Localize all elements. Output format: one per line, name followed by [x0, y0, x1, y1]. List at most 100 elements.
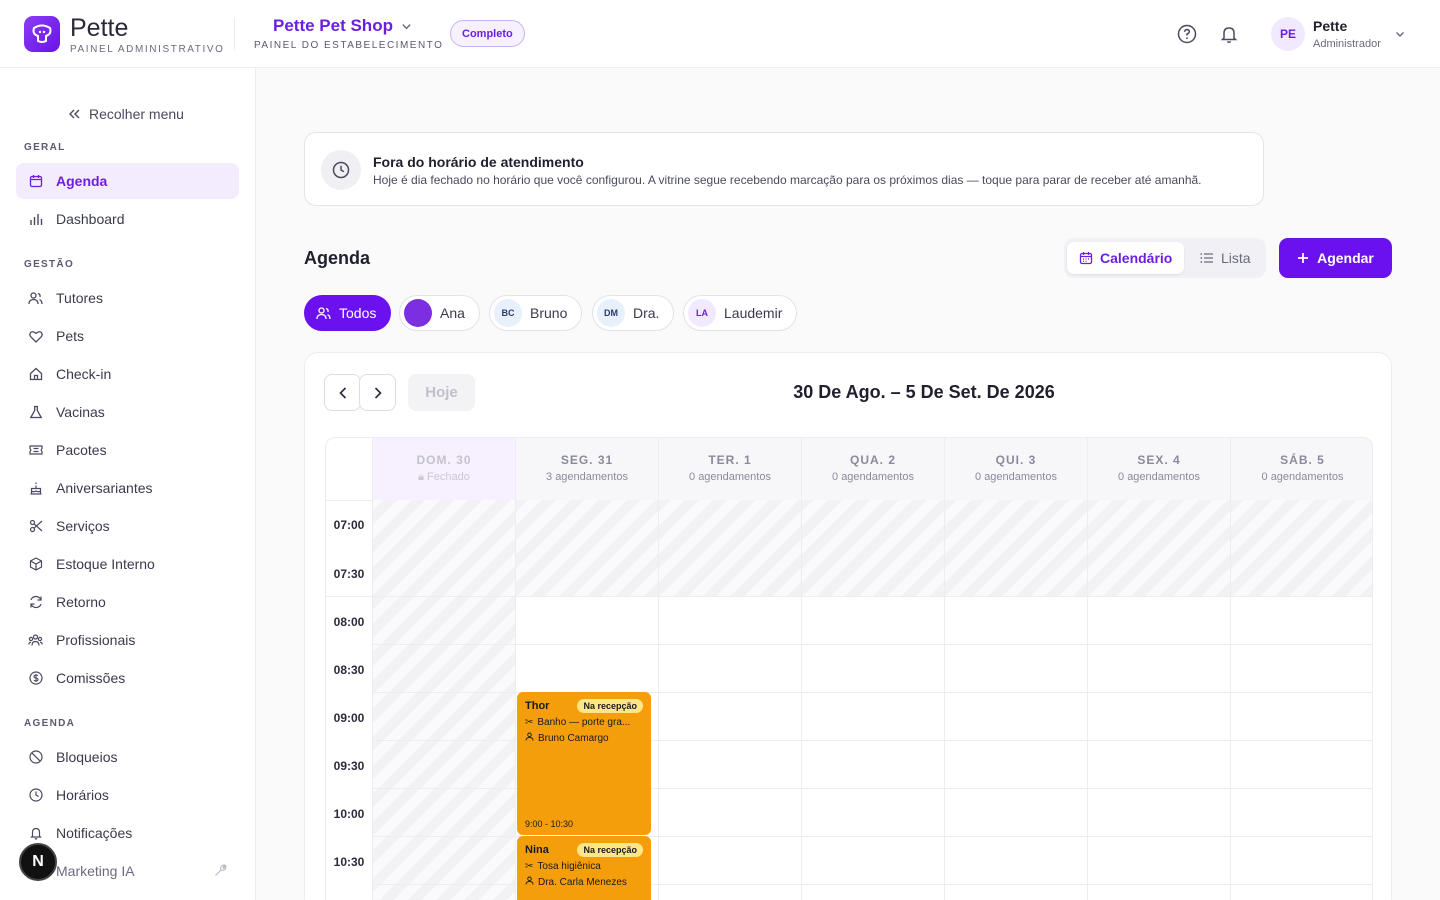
app-header: Pette PAINEL ADMINISTRATIVO Pette Pet Sh… — [0, 0, 1440, 68]
view-list-button[interactable]: Lista — [1188, 242, 1263, 274]
day-name: TER. 1 — [708, 453, 752, 467]
time-label: 10:00 — [333, 807, 365, 821]
shop-name: Pette Pet Shop — [273, 16, 393, 35]
day-column-fri[interactable] — [1087, 500, 1230, 900]
page-title: Agenda — [304, 248, 371, 268]
filter-bruno[interactable]: BC Bruno — [489, 295, 583, 331]
view-calendar-button[interactable]: Calendário — [1067, 242, 1185, 274]
sidebar-item-pets[interactable]: Pets — [16, 318, 239, 354]
notice-text: Hoje é dia fechado no horário que você c… — [373, 173, 1202, 187]
sidebar-item-label: Pacotes — [56, 442, 107, 458]
sidebar-item-servicos[interactable]: Serviços — [16, 508, 239, 544]
user-name[interactable]: Pette — [1313, 18, 1347, 34]
user-icon — [525, 876, 534, 888]
view-calendar-label: Calendário — [1100, 250, 1173, 266]
day-column-wed[interactable] — [801, 500, 944, 900]
day-count: 0 agendamentos — [689, 471, 771, 483]
section-title-agenda: AGENDA — [24, 718, 76, 729]
sidebar-item-label: Estoque Interno — [56, 556, 155, 572]
dev-tools-badge[interactable]: N — [19, 843, 57, 881]
filter-todos[interactable]: Todos — [304, 295, 392, 331]
pette-logo-icon[interactable] — [24, 16, 60, 52]
users-icon — [316, 307, 331, 320]
day-count: 0 agendamentos — [1118, 471, 1200, 483]
help-icon[interactable] — [1175, 22, 1199, 46]
closed-hours-notice[interactable]: Fora do horário de atendimento Hoje é di… — [304, 132, 1264, 206]
list-icon — [1200, 253, 1213, 263]
scissors-icon — [28, 519, 43, 534]
day-name: SÁB. 5 — [1280, 453, 1325, 467]
dollar-circle-icon — [28, 671, 43, 686]
closed-slot — [516, 500, 658, 596]
time-label: 09:00 — [333, 711, 365, 725]
sidebar-item-horarios[interactable]: Horários — [16, 777, 239, 813]
wrench-icon — [214, 864, 227, 880]
sidebar-item-estoque-interno[interactable]: Estoque Interno — [16, 546, 239, 582]
sidebar-item-retorno[interactable]: Retorno — [16, 584, 239, 620]
shop-selector[interactable]: Pette Pet Shop — [273, 16, 412, 36]
chevron-down-icon — [402, 23, 411, 29]
time-label: 09:30 — [333, 759, 365, 773]
new-appointment-button[interactable]: Agendar — [1279, 238, 1392, 278]
refresh-icon — [28, 595, 43, 610]
appointment-card[interactable]: Thor Na recepção ✂︎ Banho — porte gra... … — [517, 692, 651, 835]
chevron-down-icon[interactable] — [1394, 27, 1406, 45]
day-column-sun — [372, 500, 515, 900]
scissors-icon: ✂︎ — [525, 861, 534, 872]
grid-line — [372, 596, 1372, 597]
calendar-icon — [1079, 252, 1093, 265]
status-badge: Na recepção — [577, 843, 643, 857]
sidebar-item-label: Vacinas — [56, 404, 105, 420]
collapse-menu-button[interactable]: Recolher menu — [68, 106, 184, 122]
date-range-title: 30 De Ago. – 5 De Set. De 2026 — [793, 382, 1055, 402]
flask-icon — [28, 405, 43, 420]
sidebar-item-comissoes[interactable]: Comissões — [16, 660, 239, 696]
user-avatar[interactable]: PE — [1271, 17, 1305, 51]
sidebar-item-profissionais[interactable]: Profissionais — [16, 622, 239, 658]
grid-line — [326, 500, 372, 501]
sidebar-item-agenda[interactable]: Agenda — [16, 163, 239, 199]
bell-icon[interactable] — [1217, 22, 1241, 46]
appointment-service: Banho — porte gra... — [537, 717, 631, 728]
sidebar: Recolher menu GERAL Agenda Dashboard GES… — [0, 68, 256, 900]
package-icon — [28, 557, 43, 572]
sidebar-item-aniversariantes[interactable]: Aniversariantes — [16, 470, 239, 506]
day-header-sat: SÁB. 5 0 agendamentos — [1230, 438, 1372, 500]
filter-dra[interactable]: DM Dra. — [592, 295, 675, 331]
brand-name: Pette — [70, 14, 129, 42]
sidebar-item-vacinas[interactable]: Vacinas — [16, 394, 239, 430]
avatar: LA — [688, 299, 716, 327]
appointment-professional: Bruno Camargo — [538, 732, 609, 744]
section-title-geral: GERAL — [24, 142, 66, 153]
filter-laudemir[interactable]: LA Laudemir — [683, 295, 798, 331]
sidebar-item-label: Comissões — [56, 670, 126, 686]
scissors-icon: ✂︎ — [525, 717, 534, 728]
filter-ana[interactable]: Ana — [399, 295, 480, 331]
team-icon — [28, 633, 43, 648]
header-divider — [234, 18, 235, 50]
day-column-sat[interactable] — [1230, 500, 1372, 900]
appointment-card[interactable]: Nina Na recepção ✂︎ Tosa higiênica Dra. C… — [517, 836, 651, 900]
sidebar-item-bloqueios[interactable]: Bloqueios — [16, 739, 239, 775]
sidebar-item-label: Serviços — [56, 518, 110, 534]
closed-slot — [945, 500, 1087, 596]
day-column-tue[interactable] — [658, 500, 801, 900]
day-column-thu[interactable] — [944, 500, 1087, 900]
shop-subtitle: PAINEL DO ESTABELECIMENTO — [254, 40, 444, 51]
sidebar-item-label: Dashboard — [56, 211, 125, 227]
time-label: 08:00 — [333, 615, 365, 629]
calendar-card: Hoje 30 De Ago. – 5 De Set. De 2026 DOM.… — [304, 352, 1392, 900]
sidebar-item-pacotes[interactable]: Pacotes — [16, 432, 239, 468]
week-grid: DOM. 30 🔒︎ Fechado SEG. 31 3 agendamento… — [325, 437, 1373, 900]
day-name: SEG. 31 — [560, 453, 614, 467]
day-name: DOM. 30 — [416, 453, 472, 467]
sidebar-item-label: Profissionais — [56, 632, 136, 648]
sidebar-item-notificacoes[interactable]: Notificações — [16, 815, 239, 851]
sidebar-item-label: Aniversariantes — [56, 480, 153, 496]
closed-slot — [659, 500, 801, 596]
sidebar-item-dashboard[interactable]: Dashboard — [16, 201, 239, 237]
ticket-icon — [28, 443, 43, 458]
sidebar-item-check-in[interactable]: Check-in — [16, 356, 239, 392]
sidebar-item-label: Marketing IA — [56, 863, 135, 879]
sidebar-item-tutores[interactable]: Tutores — [16, 280, 239, 316]
